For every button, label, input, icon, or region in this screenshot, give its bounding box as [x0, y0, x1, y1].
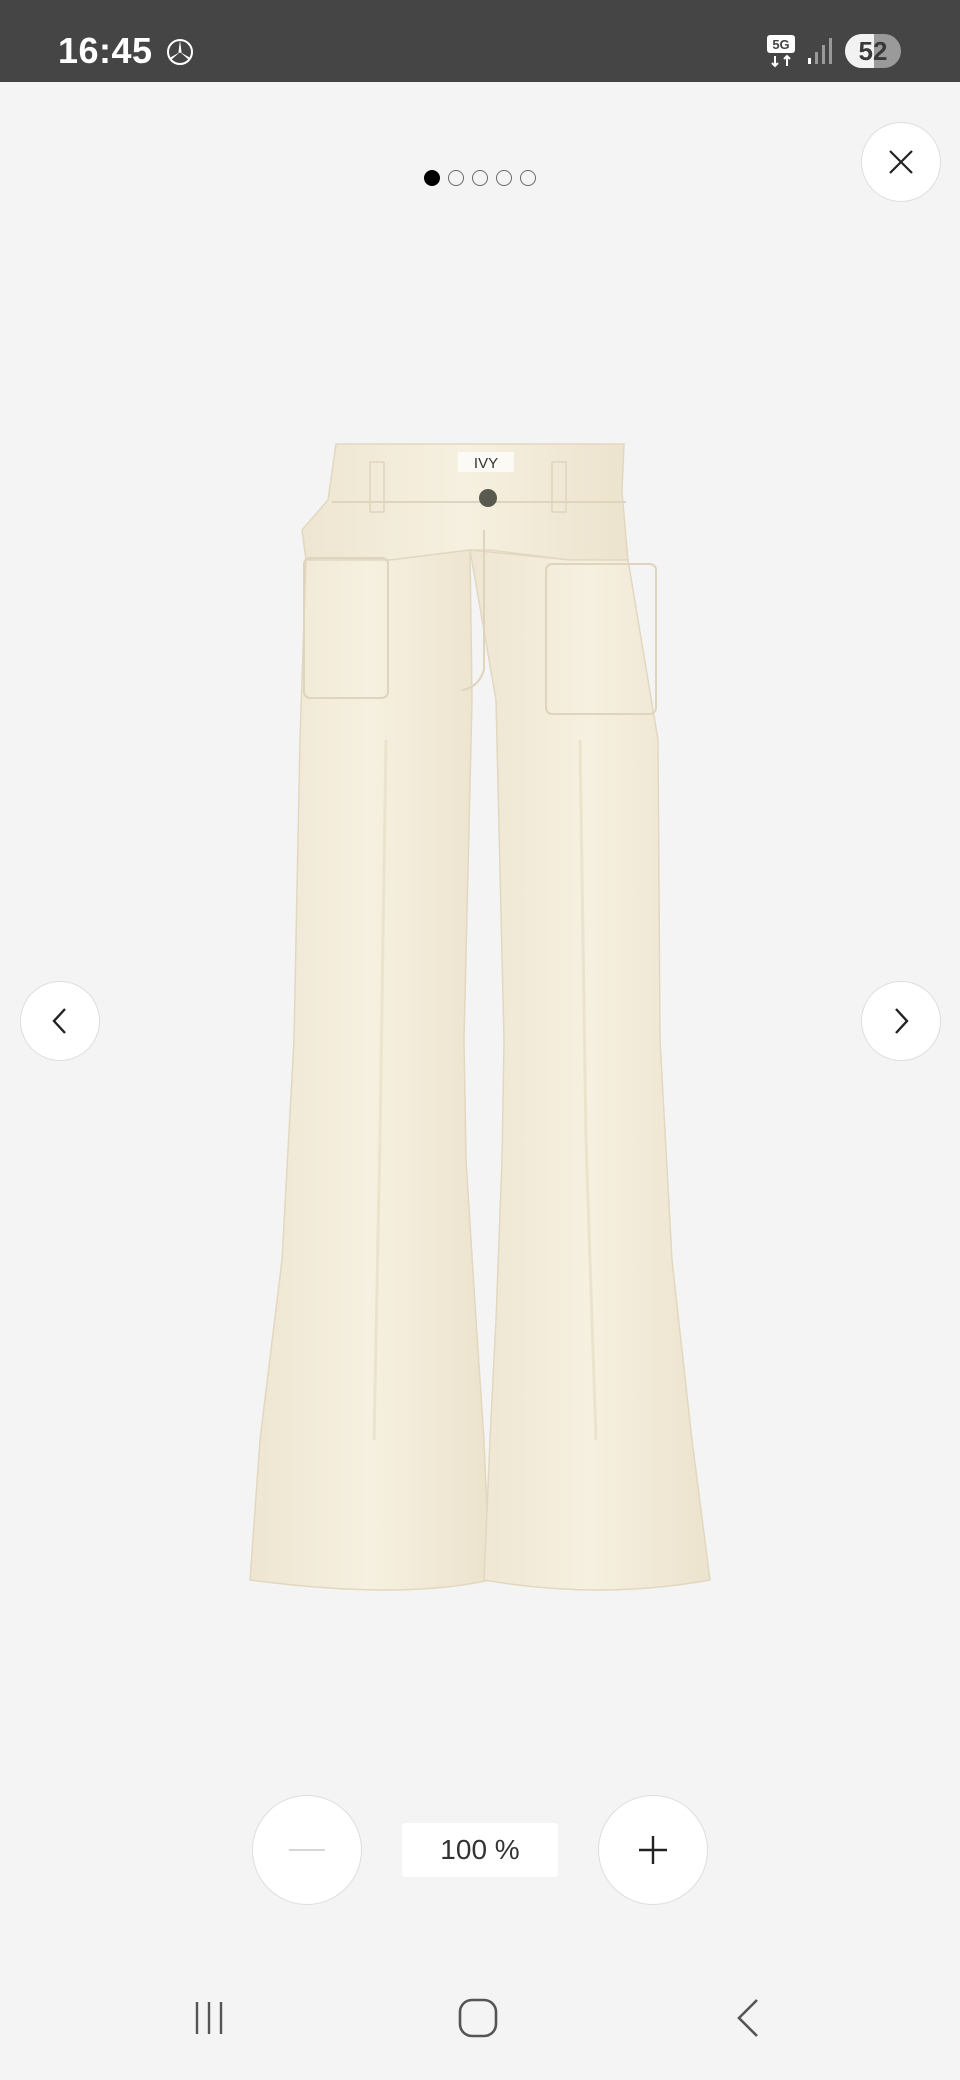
brand-label: IVY [474, 455, 498, 472]
previous-image-button[interactable] [20, 981, 100, 1061]
zoom-out-button[interactable] [252, 1795, 362, 1905]
chevron-right-icon [895, 1008, 909, 1034]
pagination-dot[interactable] [472, 170, 488, 186]
product-image[interactable]: IVY [240, 440, 720, 1600]
close-button[interactable] [861, 122, 941, 202]
pagination-dot[interactable] [520, 170, 536, 186]
battery-level: 52 [858, 35, 888, 66]
zoom-in-button[interactable] [598, 1795, 708, 1905]
image-pagination [0, 170, 960, 186]
pagination-dot[interactable] [448, 170, 464, 186]
pagination-dot[interactable] [424, 170, 440, 186]
back-button[interactable] [718, 1990, 778, 2046]
pagination-dot[interactable] [496, 170, 512, 186]
home-icon [458, 1998, 498, 2038]
zoom-level: 100 % [402, 1823, 558, 1877]
minus-icon [289, 1849, 325, 1851]
recent-apps-icon [195, 2002, 223, 2034]
recent-apps-button[interactable] [179, 1990, 239, 2046]
status-time: 16:45 [58, 30, 153, 71]
chevron-left-icon [52, 1008, 66, 1034]
plus-icon [639, 1836, 667, 1864]
signal-icon [808, 38, 832, 64]
battery-indicator: 52 [845, 34, 901, 68]
close-icon [889, 150, 913, 174]
status-bar: 16:45 5G 52 [0, 0, 960, 82]
mercedes-star-icon [167, 39, 193, 65]
network-label: 5G [772, 37, 789, 52]
next-image-button[interactable] [861, 981, 941, 1061]
home-button[interactable] [448, 1990, 508, 2046]
network-5g-icon: 5G [767, 35, 795, 68]
back-icon [737, 1999, 758, 2037]
